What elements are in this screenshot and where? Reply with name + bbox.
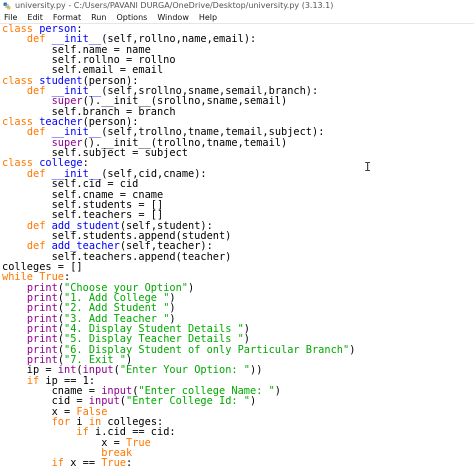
menu-run[interactable]: Run (91, 13, 106, 22)
menu-file[interactable]: File (4, 13, 17, 22)
source-code[interactable]: class person: def __init__(self,rollno,n… (0, 24, 474, 466)
menu-edit[interactable]: Edit (27, 13, 43, 22)
menu-help[interactable]: Help (199, 13, 217, 22)
code-token: ) (250, 395, 257, 408)
code-token: ) (188, 281, 195, 294)
menu-bar: File Edit Format Run Options Window Help (0, 11, 474, 24)
code-token: "Enter College Id: " (126, 395, 250, 408)
code-token: : (126, 457, 133, 466)
code-token: )) (250, 364, 263, 377)
code-token: if (51, 457, 65, 466)
text-cursor-icon: I (364, 160, 372, 174)
menu-options[interactable]: Options (116, 13, 147, 22)
code-line[interactable]: if x == True: (2, 458, 474, 466)
window-title: university.py - C:/Users/PAVANI DURGA/On… (15, 1, 334, 10)
code-token: True (101, 457, 127, 466)
code-token: x == (64, 457, 102, 466)
title-bar: university.py - C:/Users/PAVANI DURGA/On… (0, 0, 474, 11)
code-editor[interactable]: class person: def __init__(self,rollno,n… (0, 24, 474, 466)
code-line[interactable]: colleges = [] (2, 262, 474, 272)
python-idle-icon (3, 2, 11, 10)
menu-window[interactable]: Window (157, 13, 189, 22)
code-token: ) (274, 385, 281, 398)
code-token: ) (349, 343, 356, 356)
menu-format[interactable]: Format (53, 13, 81, 22)
code-token: "Enter Your Option: " (119, 364, 250, 377)
